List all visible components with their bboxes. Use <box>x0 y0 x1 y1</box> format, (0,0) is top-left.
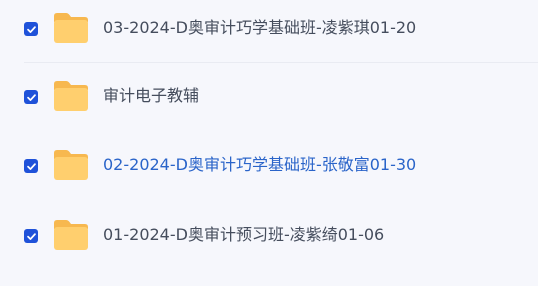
folder-icon <box>54 81 88 111</box>
folder-icon <box>54 150 88 180</box>
file-row-3[interactable]: 02-2024-D奥审计巧学基础班-张敬富01-30 <box>0 137 538 197</box>
checkmark-icon <box>26 93 36 101</box>
file-name[interactable]: 01-2024-D奥审计预习班-凌紫绮01-06 <box>103 224 384 246</box>
checkbox-checked[interactable] <box>24 22 38 36</box>
file-name[interactable]: 审计电子教辅 <box>103 85 199 107</box>
checkbox-checked[interactable] <box>24 229 38 243</box>
folder-icon <box>54 13 88 43</box>
checkmark-icon <box>26 232 36 240</box>
row-divider <box>24 62 538 63</box>
folder-icon <box>54 220 88 250</box>
checkmark-icon <box>26 162 36 170</box>
checkmark-icon <box>26 25 36 33</box>
file-name[interactable]: 03-2024-D奥审计巧学基础班-凌紫琪01-20 <box>103 17 416 39</box>
file-list: 03-2024-D奥审计巧学基础班-凌紫琪01-20 审计电子教辅 02-202… <box>0 0 538 286</box>
file-row-4[interactable]: 01-2024-D奥审计预习班-凌紫绮01-06 <box>0 207 538 267</box>
checkbox-checked[interactable] <box>24 90 38 104</box>
file-row-1[interactable]: 03-2024-D奥审计巧学基础班-凌紫琪01-20 <box>0 0 538 63</box>
checkbox-checked[interactable] <box>24 159 38 173</box>
file-row-2[interactable]: 审计电子教辅 <box>0 68 538 128</box>
file-name-highlighted[interactable]: 02-2024-D奥审计巧学基础班-张敬富01-30 <box>103 154 416 176</box>
